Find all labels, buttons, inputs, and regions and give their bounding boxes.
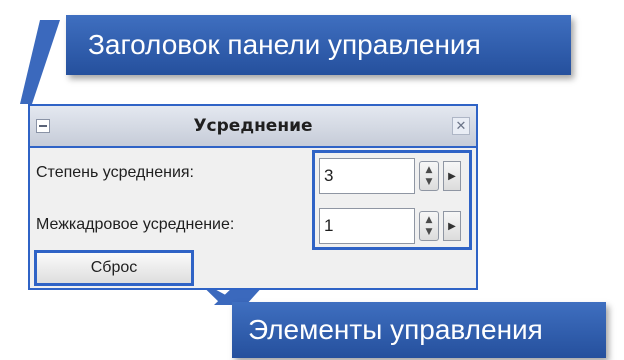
panel-title: Усреднение: [193, 116, 313, 136]
panel-titlebar: Усреднение ✕: [30, 106, 476, 148]
chevron-right-icon[interactable]: ▶: [443, 161, 461, 191]
chevron-right-icon[interactable]: ▶: [443, 211, 461, 241]
spin-arrows-icon[interactable]: ▲ ▼: [419, 161, 439, 191]
interframe-averaging-input[interactable]: [319, 208, 415, 244]
controls-callout-text: Элементы управления: [248, 314, 543, 345]
panel-header-callout: Заголовок панели управления: [66, 15, 571, 75]
reset-button[interactable]: Сброс: [34, 250, 194, 286]
averaging-panel: Усреднение ✕ Степень усреднения: Межкадр…: [28, 104, 478, 290]
controls-callout: Элементы управления: [232, 302, 606, 358]
interframe-averaging-label: Межкадровое усреднение:: [36, 216, 235, 233]
averaging-degree-label: Степень усреднения:: [36, 164, 194, 181]
close-icon[interactable]: ✕: [452, 117, 470, 135]
controls-highlight: ▲▼ ▶ ▲▼ ▶: [312, 150, 472, 250]
spin-arrows-icon[interactable]: ▲ ▼: [419, 211, 439, 241]
panel-header-callout-text: Заголовок панели управления: [88, 29, 481, 60]
averaging-degree-input[interactable]: [319, 158, 415, 194]
